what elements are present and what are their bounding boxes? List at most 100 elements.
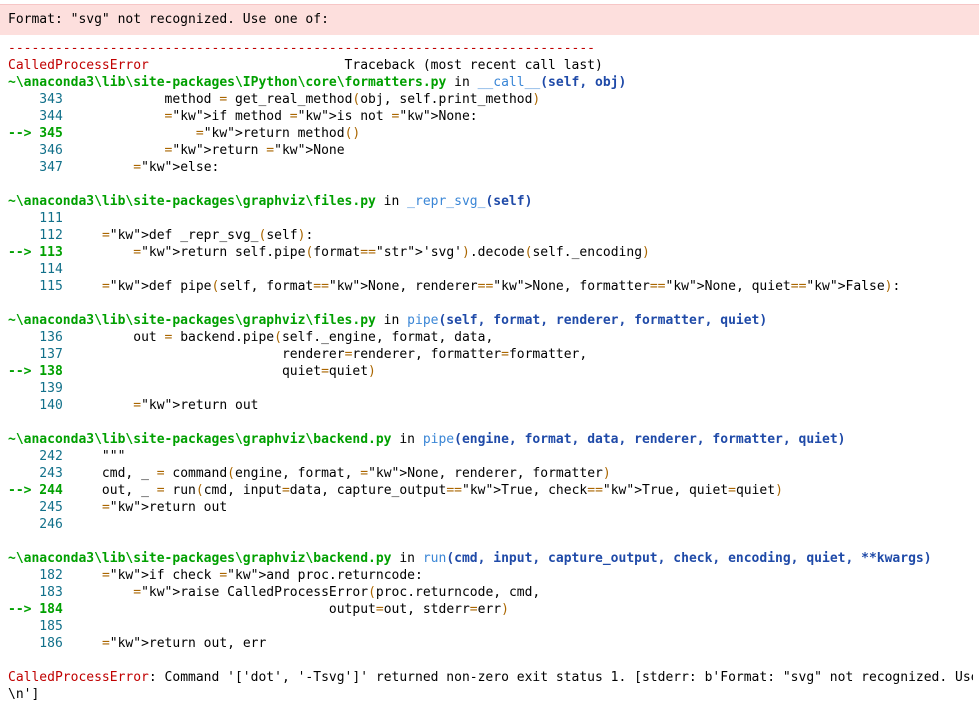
frame-in-text: in (391, 432, 423, 447)
current-line-number: --> 113 (8, 245, 71, 260)
line-number: 111 (8, 211, 71, 226)
traceback-frame: ~\anaconda3\lib\site-packages\graphviz\f… (8, 193, 973, 295)
code-text: ="kw">return self.pipe(format=="str">'sv… (133, 245, 650, 260)
line-number: 245 (8, 500, 71, 515)
code-line: 246 (8, 516, 973, 533)
code-line: --> 345 ="kw">return method() (8, 125, 973, 142)
code-text: ="kw">return out (133, 398, 259, 413)
code-text: ="kw">return out, err (101, 636, 267, 651)
code-line: 114 (8, 261, 973, 278)
line-number: 246 (8, 517, 71, 532)
frame-file-path: ~\anaconda3\lib\site-packages\graphviz\b… (8, 551, 392, 566)
frame-file-path: ~\anaconda3\lib\site-packages\graphviz\f… (8, 194, 376, 209)
frame-function-name: _repr_svg_ (407, 194, 486, 209)
frame-header: ~\anaconda3\lib\site-packages\IPython\co… (8, 74, 973, 91)
frame-function-name: run (422, 551, 447, 566)
line-number: 343 (8, 92, 71, 107)
frame-function-name: __call__ (477, 75, 541, 90)
code-line: 111 (8, 210, 973, 227)
line-number: 242 (8, 449, 71, 464)
code-text: ="kw">else: (133, 160, 220, 175)
code-text: ="kw">return method() (195, 126, 361, 141)
frame-header: ~\anaconda3\lib\site-packages\graphviz\b… (8, 431, 973, 448)
line-number: 243 (8, 466, 71, 481)
code-text: ="kw">def _repr_svg_(self): (101, 228, 314, 243)
error-name: CalledProcessError (8, 58, 149, 73)
traceback-separator: ----------------------------------------… (8, 41, 595, 56)
line-number: 115 (8, 279, 71, 294)
code-line: 137 renderer=renderer, formatter=formatt… (8, 346, 973, 363)
line-number: 140 (8, 398, 71, 413)
code-line: 139 (8, 380, 973, 397)
code-text: cmd, _ = command(engine, format, ="kw">N… (70, 466, 611, 481)
code-text: out = backend.pipe(self._engine, format,… (70, 330, 494, 345)
current-line-number: --> 138 (8, 364, 71, 379)
line-number: 139 (8, 381, 71, 396)
frame-header: ~\anaconda3\lib\site-packages\graphviz\b… (8, 550, 973, 567)
code-line: 115 ="kw">def pipe(self, format=="kw">No… (8, 278, 973, 295)
traceback-frame: ~\anaconda3\lib\site-packages\graphviz\b… (8, 431, 973, 533)
code-text: ="kw">return ="kw">None (164, 143, 345, 158)
code-text: method = get_real_method(obj, self.print… (70, 92, 541, 107)
traceback-frame: ~\anaconda3\lib\site-packages\graphviz\f… (8, 312, 973, 414)
frame-args: (self) (485, 194, 533, 209)
code-text: ="kw">raise CalledProcessError(proc.retu… (133, 585, 541, 600)
final-error-message: : Command '['dot', '-Tsvg']' returned no… (148, 670, 973, 685)
frame-in-text: in (375, 313, 408, 328)
code-line: 242 """ (8, 448, 973, 465)
code-line: 343 method = get_real_method(obj, self.p… (8, 91, 973, 108)
line-number: 186 (8, 636, 71, 651)
frame-args: (engine, format, data, renderer, formatt… (454, 432, 846, 447)
code-line: --> 138 quiet=quiet) (8, 363, 973, 380)
frame-in-text: in (446, 75, 478, 90)
line-number: 136 (8, 330, 71, 345)
line-number: 182 (8, 568, 71, 583)
traceback-frame: ~\anaconda3\lib\site-packages\IPython\co… (8, 74, 973, 176)
frame-in-text: in (391, 551, 423, 566)
line-number: 137 (8, 347, 71, 362)
line-number: 183 (8, 585, 71, 600)
final-error-line-2: \n'] (8, 687, 40, 702)
frame-args: (self, obj) (540, 75, 627, 90)
frame-in-text: in (375, 194, 408, 209)
code-line: 243 cmd, _ = command(engine, format, ="k… (8, 465, 973, 482)
line-number: 344 (8, 109, 71, 124)
code-text: quiet=quiet) (70, 364, 376, 379)
code-text: renderer=renderer, formatter=formatter, (70, 347, 588, 362)
line-number: 346 (8, 143, 71, 158)
traceback-frames: ~\anaconda3\lib\site-packages\IPython\co… (8, 74, 973, 652)
frame-file-path: ~\anaconda3\lib\site-packages\IPython\co… (8, 75, 447, 90)
code-text: """ (70, 449, 126, 464)
code-line: 112 ="kw">def _repr_svg_(self): (8, 227, 973, 244)
code-line: --> 244 out, _ = run(cmd, input=data, ca… (8, 482, 973, 499)
code-line: 344 ="kw">if method ="kw">is not ="kw">N… (8, 108, 973, 125)
code-line: 347 ="kw">else: (8, 159, 973, 176)
current-line-number: --> 244 (8, 483, 71, 498)
traceback-header-text: Traceback (most recent call last) (148, 58, 603, 73)
frame-header: ~\anaconda3\lib\site-packages\graphviz\f… (8, 193, 973, 210)
code-text: ="kw">return out (101, 500, 228, 515)
frame-file-path: ~\anaconda3\lib\site-packages\graphviz\f… (8, 313, 376, 328)
code-text: ="kw">if check ="kw">and proc.returncode… (101, 568, 423, 583)
code-line: --> 113 ="kw">return self.pipe(format=="… (8, 244, 973, 261)
code-line: 140 ="kw">return out (8, 397, 973, 414)
code-line: 182 ="kw">if check ="kw">and proc.return… (8, 567, 973, 584)
line-number: 347 (8, 160, 71, 175)
code-line: 183 ="kw">raise CalledProcessError(proc.… (8, 584, 973, 601)
code-line: 185 (8, 618, 973, 635)
code-text: out, _ = run(cmd, input=data, capture_ou… (70, 483, 783, 498)
frame-file-path: ~\anaconda3\lib\site-packages\graphviz\b… (8, 432, 392, 447)
line-number: 114 (8, 262, 71, 277)
frame-header: ~\anaconda3\lib\site-packages\graphviz\f… (8, 312, 973, 329)
code-line: 186 ="kw">return out, err (8, 635, 973, 652)
traceback-frame: ~\anaconda3\lib\site-packages\graphviz\b… (8, 550, 973, 652)
stderr-banner-text: Format: "svg" not recognized. Use one of… (8, 12, 329, 27)
code-text: ="kw">if method ="kw">is not ="kw">None: (164, 109, 478, 124)
final-error-name: CalledProcessError (8, 670, 149, 685)
code-text: ="kw">def pipe(self, format=="kw">None, … (101, 279, 901, 294)
final-error-line: CalledProcessError: Command '['dot', '-T… (8, 669, 973, 686)
frame-function-name: pipe (422, 432, 455, 447)
code-text: output=out, stderr=err) (70, 602, 509, 617)
traceback-header: CalledProcessError Traceback (most recen… (8, 57, 973, 74)
code-line: --> 184 output=out, stderr=err) (8, 601, 973, 618)
